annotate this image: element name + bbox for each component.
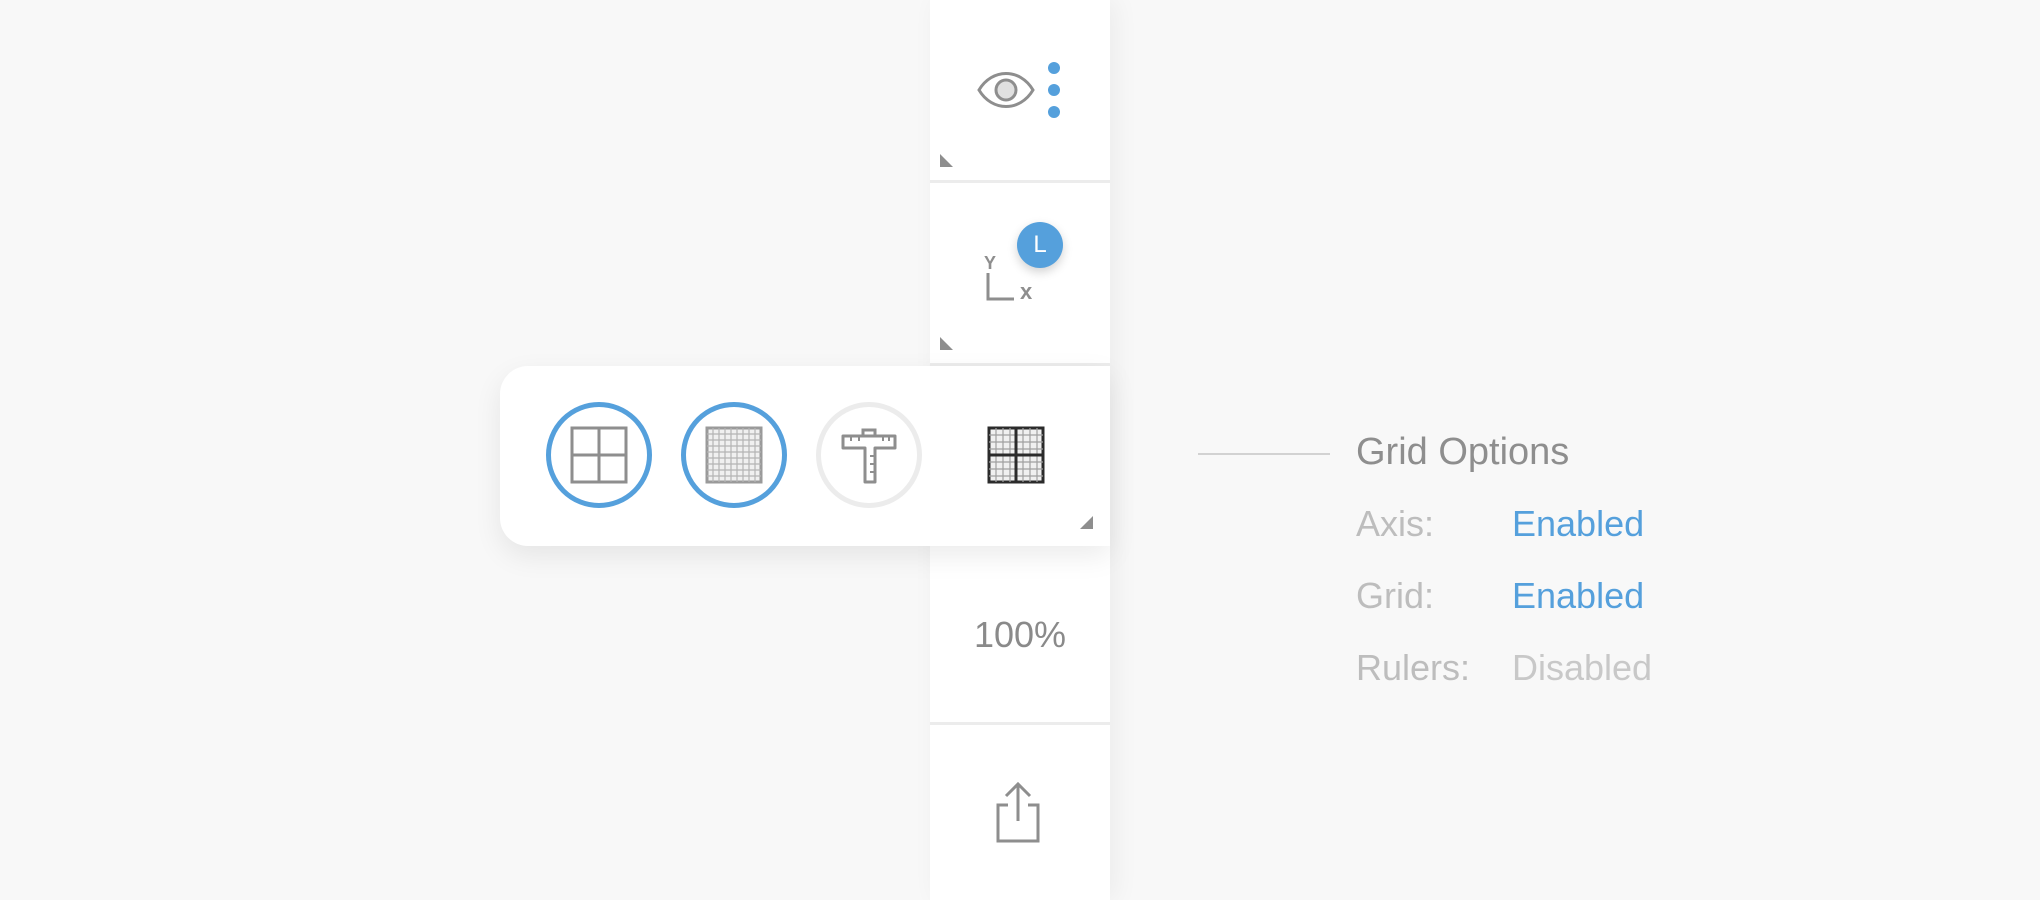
visibility-button[interactable] — [930, 0, 1110, 180]
axis-x-label: x — [1020, 279, 1033, 303]
grid-combined-icon — [987, 426, 1045, 484]
axis-status-value: Enabled — [1512, 503, 1645, 544]
zoom-level[interactable]: 100% — [930, 610, 1110, 660]
kebab-menu-icon[interactable] — [1047, 60, 1061, 120]
callout-leader-line — [1198, 453, 1330, 455]
axis-button[interactable]: Y x — [930, 183, 1110, 363]
rulers-status-label: Rulers: — [1356, 647, 1471, 688]
fine-grid-icon — [705, 426, 763, 484]
share-button[interactable] — [930, 725, 1110, 900]
collapse-corner-icon[interactable] — [1080, 516, 1093, 529]
rulers-status-value: Disabled — [1512, 647, 1653, 688]
axis-mode-badge: L — [1017, 222, 1063, 268]
axis-quadrants-icon — [570, 426, 628, 484]
ruler-icon — [841, 428, 897, 484]
axis-option-button[interactable] — [546, 402, 652, 508]
axis-y-label: Y — [984, 253, 996, 273]
callout-title: Grid Options — [1356, 431, 1570, 473]
share-icon — [996, 781, 1040, 843]
grid-status-label: Grid: — [1356, 575, 1435, 616]
expand-corner-icon[interactable] — [940, 337, 953, 350]
grid-option-button[interactable] — [681, 402, 787, 508]
combined-grid-option-button[interactable] — [963, 402, 1069, 508]
rulers-option-button[interactable] — [816, 402, 922, 508]
expand-corner-icon[interactable] — [940, 154, 953, 167]
eye-icon — [977, 72, 1035, 108]
grid-options-popup — [500, 366, 1110, 546]
grid-status-value: Enabled — [1512, 575, 1645, 616]
axis-status-label: Axis: — [1356, 503, 1435, 544]
